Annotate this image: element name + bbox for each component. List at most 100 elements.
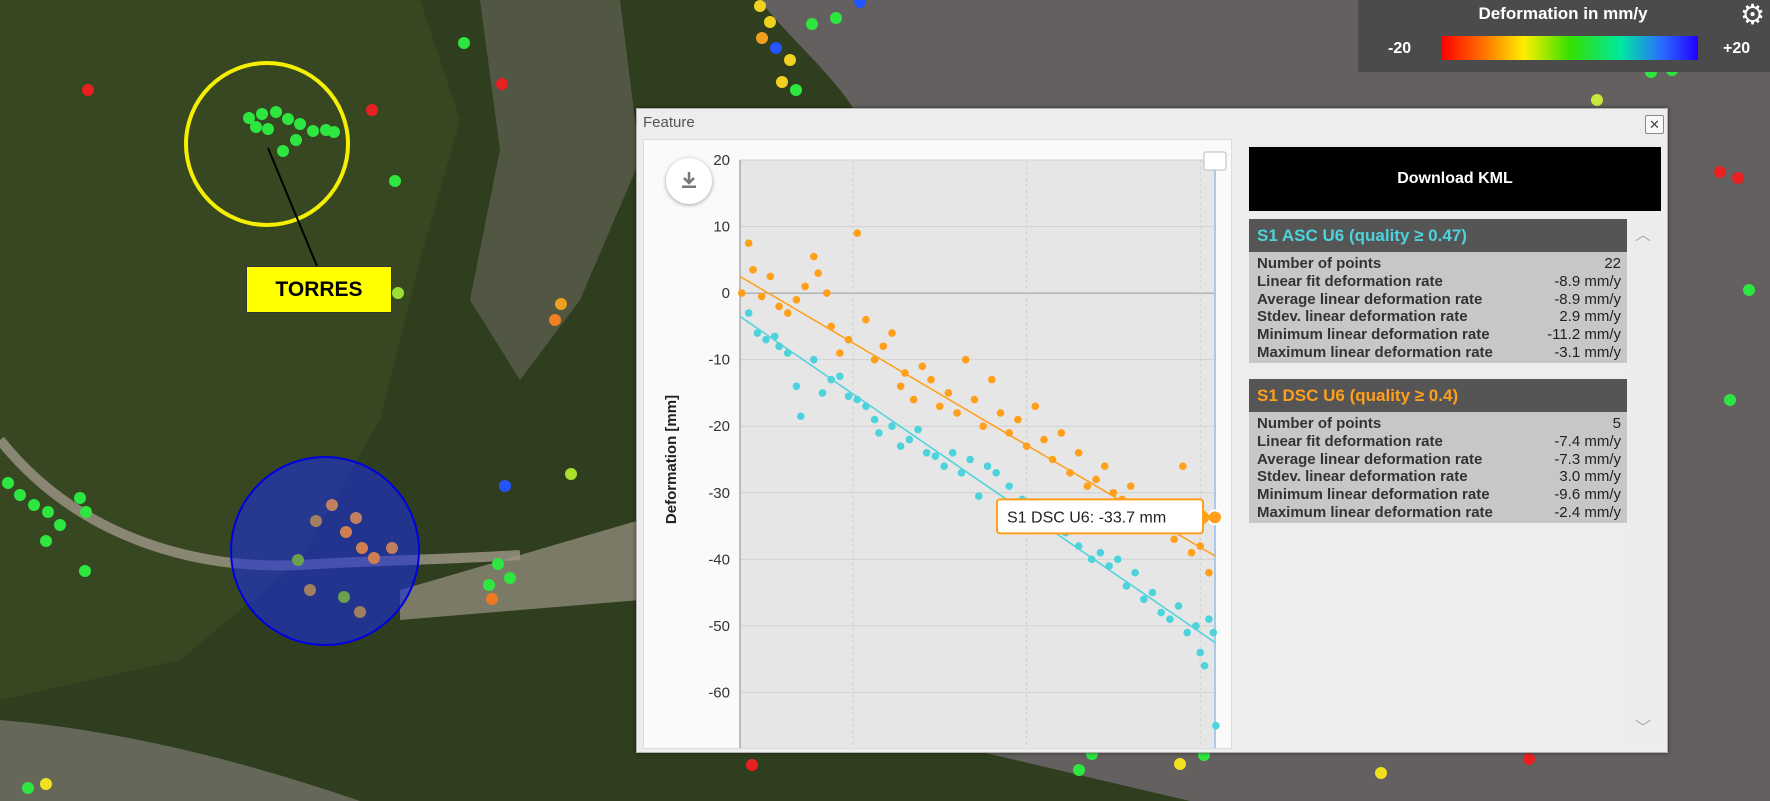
data-point [783,309,792,317]
data-point [1148,588,1157,597]
data-point [1126,482,1135,490]
data-point [957,469,966,477]
chevron-down-icon[interactable]: ﹀ [1635,714,1651,738]
deformation-legend: Deformation in mm/y -20 +20 ⚙ [1358,0,1770,72]
data-point [1179,462,1187,470]
data-point [783,349,792,357]
y-tick-label: 20 [713,152,730,169]
stat-row: Average linear deformation rate -7.3 mm/y [1249,451,1627,469]
download-chart-button[interactable] [666,158,712,204]
y-tick-label: -50 [708,618,730,635]
stat-label: Average linear deformation rate [1257,290,1483,308]
data-point [1205,615,1213,624]
data-point [827,375,835,384]
chart-svg: 20100-10-20-30-40-50-60-702016201820Defo… [663,151,1227,748]
data-point [862,315,870,324]
y-tick-label: -30 [708,485,730,502]
stat-row: Average linear deformation rate -8.9 mm/y [1249,291,1627,309]
stats-scrollbar[interactable]: ︿ ﹀ [1631,219,1657,739]
stat-value: -7.3 mm/y [1554,450,1621,468]
section-body-dsc: Number of points 5 Linear fit deformation… [1249,412,1627,523]
data-point [1040,435,1048,444]
tooltip-text: S1 DSC U6: -33.7 mm [1007,509,1166,526]
download-kml-button[interactable]: Download KML [1249,147,1661,211]
data-point [961,355,970,364]
data-point [1083,482,1092,490]
close-icon[interactable]: ✕ [1645,115,1664,134]
stat-label: Minimum linear deformation rate [1257,486,1490,504]
data-point [1157,608,1165,617]
stat-row: Maximum linear deformation rate -3.1 mm/y [1249,344,1627,362]
stat-label: Stdev. linear deformation rate [1257,468,1468,486]
stat-row: Linear fit deformation rate -7.4 mm/y [1249,433,1627,451]
data-point [992,469,1000,477]
data-point [940,462,948,470]
data-point [979,422,987,431]
data-point [1031,402,1040,411]
data-point [836,349,844,357]
legend-title: Deformation in mm/y [1478,4,1648,23]
data-point [1057,429,1066,437]
data-point [927,375,935,384]
data-point [796,412,805,421]
stat-value: -2.4 mm/y [1554,503,1621,521]
data-point [988,375,996,384]
data-point [1005,429,1013,437]
legend-min-label: -20 [1388,40,1412,57]
stat-value: 5 [1612,415,1621,432]
chevron-up-icon[interactable]: ︿ [1635,221,1651,245]
y-axis-label: Deformation [mm] [663,395,680,524]
gear-icon[interactable]: ⚙ [1740,0,1765,31]
data-point [1200,662,1209,670]
data-point [983,462,992,470]
data-point [931,452,940,460]
stat-label: Maximum linear deformation rate [1257,503,1493,521]
y-tick-label: 0 [722,285,730,302]
data-point [1105,562,1113,570]
data-point [853,395,862,404]
y-tick-label: -40 [708,551,730,568]
data-point [1005,482,1013,490]
data-point [918,362,927,371]
data-point [1100,462,1109,470]
deformation-chart[interactable]: 20100-10-20-30-40-50-60-702016201820Defo… [643,139,1232,749]
data-point [1048,455,1057,464]
data-point [1166,615,1174,624]
data-point [762,335,770,344]
torres-label: TORRES [246,266,392,313]
stat-row: Minimum linear deformation rate -9.6 mm/y [1249,486,1627,504]
data-point [775,302,783,311]
data-point [1113,555,1122,564]
data-point [823,289,831,297]
section-title-dsc: S1 DSC U6 (quality ≥ 0.4) [1249,379,1627,412]
stat-value: -11.2 mm/y [1547,326,1621,344]
data-point [792,295,801,304]
data-point [1074,542,1083,550]
data-point [1187,548,1196,557]
data-point [862,402,870,411]
data-point [1087,555,1096,564]
data-point [792,382,801,391]
data-point [775,342,783,351]
y-tick-label: -60 [708,684,730,701]
data-point [818,389,827,397]
data-point [766,272,775,281]
data-point [970,395,979,404]
data-point [1192,622,1200,630]
data-point [1022,442,1031,450]
section-body-asc: Number of points 22 Linear fit deformatio… [1249,252,1627,363]
data-point [1183,628,1192,637]
data-point [744,309,753,317]
stat-row: Maximum linear deformation rate -2.4 mm/y [1249,504,1627,522]
data-point [935,402,944,411]
stat-row: Linear fit deformation rate -8.9 mm/y [1249,273,1627,291]
stat-value: -7.4 mm/y [1554,432,1621,450]
y-tick-label: 10 [713,219,730,236]
stat-label: Stdev. linear deformation rate [1257,308,1468,326]
data-point [948,449,957,457]
data-point [753,329,762,337]
legend-color-scale [1442,36,1698,60]
data-point [953,409,961,417]
dialog-titlebar[interactable]: Feature ✕ [637,109,1667,135]
data-point [966,455,974,464]
